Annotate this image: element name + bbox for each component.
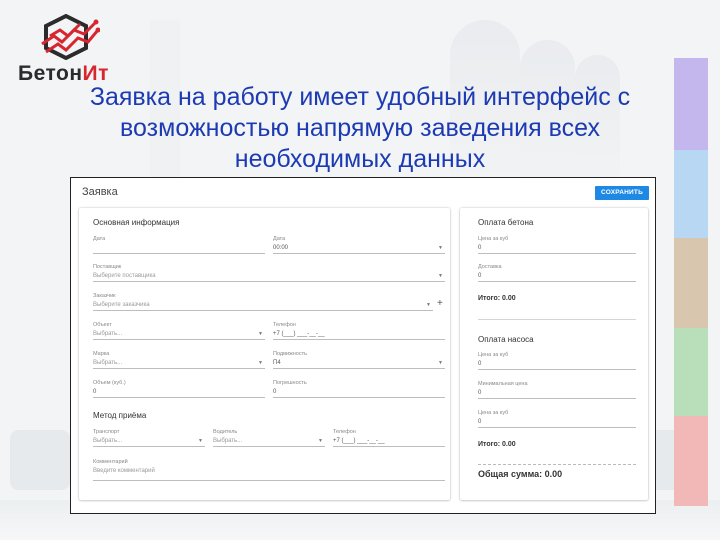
field-label: Телефон [333,429,356,435]
page-title: Заявка [82,186,118,198]
customer-select[interactable]: Заказчик Выберите заказчика ▼ [93,292,433,311]
field-label: Подвижность [273,351,308,357]
section-title-concrete-payment: Оплата бетона [478,218,534,227]
pump-price-field[interactable]: Цена за куб 0 [478,351,636,370]
field-value-wrap: Выбрать... ▼ [93,358,265,369]
field-placeholder: Выбрать... [93,438,123,444]
color-stripe [674,416,708,506]
field-value: 0 [478,271,636,282]
field-value-wrap: 00:00 ▼ [273,243,445,254]
request-form-window: Заявка СОХРАНИТЬ Основная информация Дат… [70,177,656,514]
pump-total: Итого: 0.00 [478,441,516,448]
field-value-wrap: Выберите заказчика ▼ [93,300,433,311]
grand-total: Общая сумма: 0.00 [478,469,563,479]
color-stripe [674,238,708,328]
field-value: 0 [478,359,636,370]
add-customer-icon[interactable]: + [437,299,443,309]
field-value: +7 (___) ___-__-__ [333,436,445,447]
field-label: Транспорт [93,429,120,435]
transport-select[interactable]: Транспорт Выбрать... ▼ [93,428,205,447]
dropdown-caret-icon: ▼ [438,360,443,366]
field-label: Погрешность [273,380,307,386]
color-stripe [674,328,708,416]
object-select[interactable]: Объект Выбрать... ▼ [93,321,265,340]
driver-select[interactable]: Водитель Выбрать... ▼ [213,428,325,447]
field-placeholder: Выберите заказчика [93,302,150,308]
field-label: Дата [93,236,106,242]
field-placeholder: Выбрать... [213,438,243,444]
grade-select[interactable]: Марка Выбрать... ▼ [93,350,265,369]
supplier-select[interactable]: Поставщик Выберите поставщика ▼ [93,263,445,282]
time-field[interactable]: Дата 00:00 ▼ [273,235,445,254]
field-label: Цена за куб [478,236,509,242]
field-placeholder: Выбрать... [93,331,123,337]
min-price-field[interactable]: Минимальная цена 0 [478,380,636,399]
field-value: П4 [273,360,281,366]
field-value: 0 [478,417,636,428]
field-label: Комментарий [93,459,128,465]
phone-field[interactable]: Телефон +7 (___) ___-__-__ [273,321,445,340]
slide-headline: Заявка на работу имеет удобный интерфейс… [89,83,631,173]
mobility-select[interactable]: Подвижность П4 ▼ [273,350,445,369]
field-value-wrap: Выбрать... ▼ [93,329,265,340]
comment-field[interactable]: Комментарий Введите комментарий [93,458,445,481]
field-value-wrap: П4 ▼ [273,358,445,369]
driver-phone-field[interactable]: Телефон +7 (___) ___-__-__ [333,428,445,447]
error-field[interactable]: Погрешность 0 [273,379,445,398]
dropdown-caret-icon: ▼ [318,438,323,444]
save-button[interactable]: СОХРАНИТЬ [595,186,649,200]
pump-price2-field[interactable]: Цена за куб 0 [478,409,636,428]
field-placeholder: Выберите поставщика [93,273,156,279]
field-value: 0 [478,388,636,399]
delivery-field[interactable]: Доставка 0 [478,263,636,282]
field-label: Дата [273,236,286,242]
field-label: Марка [93,351,110,357]
field-label: Телефон [273,322,296,328]
field-label: Цена за куб [478,410,509,416]
dropdown-caret-icon: ▼ [258,360,263,366]
dropdown-caret-icon: ▼ [426,302,431,308]
field-label: Доставка [478,264,502,270]
dropdown-caret-icon: ▼ [438,273,443,279]
brand-logo: БетонИт [18,12,118,85]
section-title-receive: Метод приёма [93,411,147,420]
volume-field[interactable]: Объем (куб.) 0 [93,379,265,398]
field-placeholder: Выбрать... [93,360,123,366]
section-title-pump-payment: Оплата насоса [478,335,534,344]
field-label: Заказчик [93,293,116,299]
field-placeholder: Введите комментарий [93,466,445,481]
field-value: 0 [478,243,636,254]
field-value-wrap: Выбрать... ▼ [93,436,205,447]
dropdown-caret-icon: ▼ [258,331,263,337]
section-title-main: Основная информация [93,218,180,227]
field-value: 00:00 [273,245,289,251]
field-value: 0 [93,387,265,398]
field-label: Цена за куб [478,352,509,358]
date-field[interactable]: Дата [93,235,265,254]
divider [478,464,636,465]
field-label: Поставщик [93,264,122,270]
payment-card: Оплата бетона Цена за куб 0 Доставка 0 И… [460,208,648,500]
concrete-total: Итого: 0.00 [478,295,516,302]
concrete-price-field[interactable]: Цена за куб 0 [478,235,636,254]
field-value-wrap: Выбрать... ▼ [213,436,325,447]
main-info-card: Основная информация Дата Дата 00:00 ▼ Пос… [79,208,450,500]
field-label: Объект [93,322,112,328]
logo-hexagon-icon [41,14,100,60]
field-label: Минимальная цена [478,381,528,387]
field-value [93,243,265,254]
dropdown-caret-icon: ▼ [198,438,203,444]
field-value: 0 [273,387,445,398]
field-value: +7 (___) ___-__-__ [273,329,445,340]
field-label: Объем (куб.) [93,380,126,386]
dropdown-caret-icon: ▼ [438,245,443,251]
field-label: Водитель [213,429,238,435]
field-value-wrap: Выберите поставщика ▼ [93,271,445,282]
truck-silhouette [10,430,70,490]
divider [478,319,636,320]
